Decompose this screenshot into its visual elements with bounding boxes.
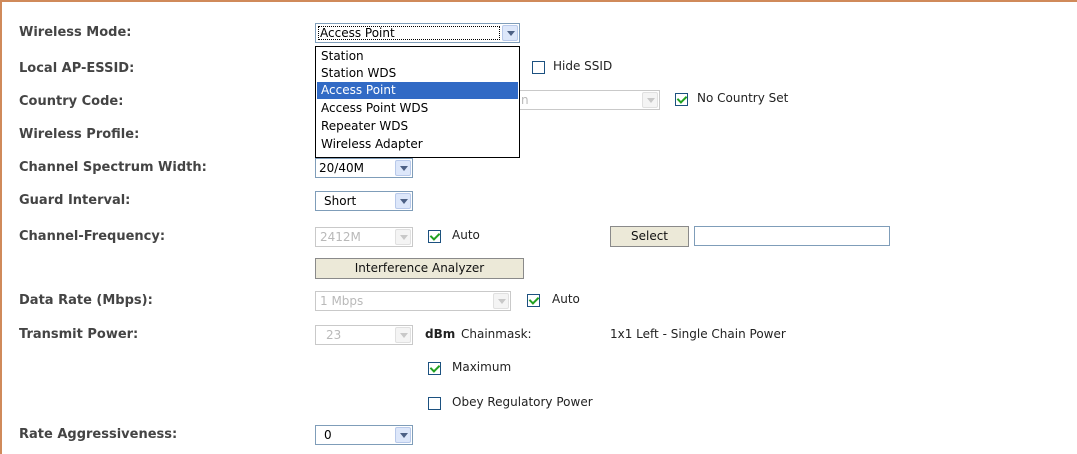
guard-interval-select[interactable]: Short: [315, 191, 413, 211]
transmit-power-unit: dBm: [425, 327, 456, 341]
chainmask-value: 1x1 Left - Single Chain Power: [610, 327, 786, 341]
rate-aggressiveness-select[interactable]: 0: [315, 425, 413, 445]
chevron-down-icon[interactable]: [395, 327, 411, 343]
channel-spectrum-width-value: 20/40M: [319, 161, 364, 175]
data-rate-label: Data Rate (Mbps):: [19, 293, 153, 308]
option-repeater-wds[interactable]: Repeater WDS: [317, 118, 518, 135]
local-ap-essid-label: Local AP-ESSID:: [19, 61, 135, 76]
chevron-down-icon[interactable]: [395, 229, 411, 245]
maximum-power-label: Maximum: [452, 360, 512, 374]
transmit-power-value: 23: [326, 328, 342, 342]
channel-frequency-select[interactable]: 2412M: [315, 227, 413, 247]
data-rate-auto-label: Auto: [552, 292, 580, 306]
channel-frequency-input[interactable]: [694, 226, 890, 246]
channel-spectrum-width-select[interactable]: 20/40M: [315, 158, 413, 178]
transmit-power-label: Transmit Power:: [19, 327, 139, 342]
wireless-mode-value: Access Point: [320, 26, 395, 40]
data-rate-auto-checkbox[interactable]: [527, 294, 540, 307]
channel-frequency-value: 2412M: [320, 230, 361, 244]
chevron-down-icon[interactable]: [395, 160, 411, 176]
option-wireless-adapter[interactable]: Wireless Adapter: [317, 136, 518, 153]
country-code-select[interactable]: n: [518, 90, 660, 110]
interference-analyzer-button[interactable]: Interference Analyzer: [315, 258, 524, 279]
wireless-mode-label: Wireless Mode:: [19, 25, 132, 40]
obey-regulatory-power-label: Obey Regulatory Power: [452, 395, 593, 409]
guard-interval-label: Guard Interval:: [19, 193, 131, 208]
option-station-wds[interactable]: Station WDS: [317, 65, 518, 82]
chevron-down-icon[interactable]: [493, 293, 509, 309]
option-access-point[interactable]: Access Point: [317, 82, 518, 99]
rate-aggressiveness-label: Rate Aggressiveness:: [19, 427, 178, 442]
panel-left-border: [0, 0, 2, 454]
chevron-down-icon[interactable]: [642, 92, 658, 108]
channel-frequency-label: Channel-Frequency:: [19, 229, 166, 244]
hide-ssid-checkbox[interactable]: [532, 61, 545, 74]
transmit-power-select[interactable]: 23: [315, 325, 413, 345]
panel-top-border: [0, 0, 1077, 2]
select-button[interactable]: Select: [610, 226, 689, 247]
chevron-down-icon[interactable]: [502, 25, 518, 41]
data-rate-select[interactable]: 1 Mbps: [315, 291, 511, 311]
chevron-down-icon[interactable]: [395, 193, 411, 209]
no-country-set-label: No Country Set: [697, 91, 789, 105]
chainmask-label: Chainmask:: [461, 327, 532, 341]
maximum-power-checkbox[interactable]: [428, 362, 441, 375]
guard-interval-value: Short: [324, 194, 357, 208]
data-rate-value: 1 Mbps: [320, 294, 364, 308]
no-country-set-checkbox[interactable]: [675, 93, 688, 106]
option-station[interactable]: Station: [317, 48, 518, 65]
channel-auto-checkbox[interactable]: [428, 230, 441, 243]
rate-aggressiveness-value: 0: [324, 428, 332, 442]
option-access-point-wds[interactable]: Access Point WDS: [317, 100, 518, 117]
channel-auto-label: Auto: [452, 228, 480, 242]
channel-spectrum-width-label: Channel Spectrum Width:: [19, 160, 207, 175]
wireless-mode-dropdown-list: Station Station WDS Access Point Access …: [315, 46, 520, 158]
country-code-value: n: [521, 93, 529, 107]
chevron-down-icon[interactable]: [395, 427, 411, 443]
hide-ssid-label: Hide SSID: [553, 59, 613, 73]
wireless-mode-select[interactable]: Access Point: [315, 23, 520, 43]
country-code-label: Country Code:: [19, 94, 124, 109]
wireless-profile-label: Wireless Profile:: [19, 127, 140, 142]
obey-regulatory-power-checkbox[interactable]: [428, 397, 441, 410]
